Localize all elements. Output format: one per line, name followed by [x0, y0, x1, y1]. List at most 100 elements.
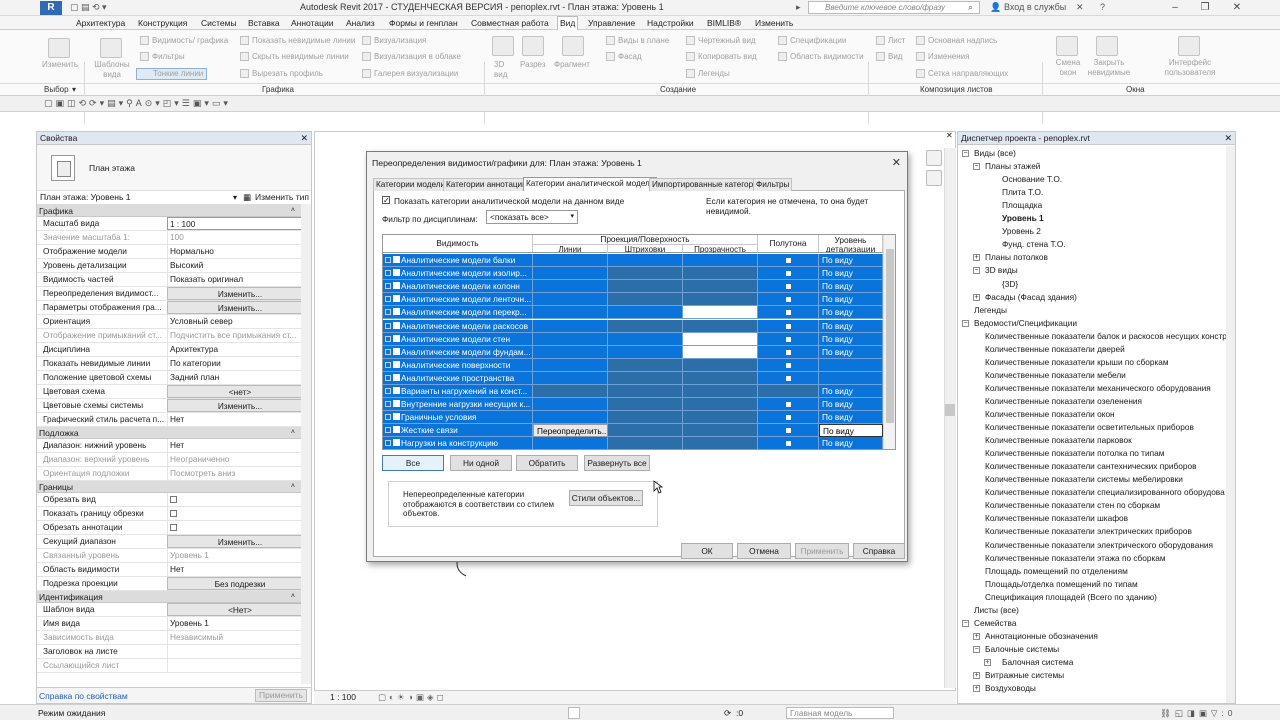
ribbon-tab-5[interactable]: Анализ — [344, 17, 377, 29]
dialog-tab-1[interactable]: Категории аннотаций — [443, 178, 530, 191]
dialog-tab-0[interactable]: Категории модели — [373, 178, 449, 191]
cut-profile-button[interactable]: Вырезать профиль — [252, 69, 323, 79]
detail-level-cell[interactable]: По виду — [819, 254, 883, 267]
category-row[interactable]: Аналитические модели ленточн... По виду — [383, 293, 883, 307]
browser-tree-item[interactable]: Количественные показатели крыши по сборк… — [985, 357, 1169, 367]
category-name-cell[interactable]: Аналитические модели изолир... — [383, 267, 533, 281]
visibility-graphics-button[interactable]: Видимость/ графика — [152, 36, 228, 46]
browser-tree-item[interactable]: Количественные показатели шкафов — [985, 513, 1128, 523]
expand-icon[interactable] — [385, 309, 391, 316]
browser-tree-item[interactable]: Количественные показатели механического … — [985, 383, 1211, 393]
transparency-cell[interactable] — [683, 319, 758, 333]
detail-level-cell[interactable]: По виду — [819, 345, 883, 359]
hatch-cell[interactable] — [608, 306, 683, 320]
guide-grid-button[interactable]: Сетка направляющих — [928, 69, 1008, 79]
properties-help-link[interactable]: Справка по свойствам — [39, 691, 128, 701]
select-none-button[interactable]: Ни одной — [450, 455, 512, 471]
category-visibility-checkbox[interactable] — [393, 308, 400, 316]
property-value[interactable]: Условный север — [167, 315, 311, 328]
close-hidden-icon[interactable] — [1096, 36, 1118, 56]
halftone-cell[interactable] — [758, 319, 819, 333]
category-name-cell[interactable]: Аналитические модели колонн — [383, 280, 533, 294]
property-value[interactable] — [167, 521, 311, 534]
select-all-button[interactable]: Все — [382, 455, 444, 471]
drafting-view-button[interactable]: Чертежный вид — [698, 36, 756, 46]
expand-icon[interactable] — [385, 440, 391, 447]
category-row[interactable]: Аналитические модели стен По виду — [383, 332, 883, 346]
browser-tree-item[interactable]: Семейства — [974, 618, 1016, 628]
dialog-tab-2[interactable]: Категории аналитической модели — [523, 177, 658, 192]
section-button[interactable]: Разрез — [520, 60, 546, 70]
browser-tree-item[interactable]: Количественные показатели дверей — [985, 344, 1125, 354]
category-name-cell[interactable]: Аналитические модели балки — [383, 254, 533, 267]
transparency-cell[interactable] — [683, 293, 758, 307]
col-detail-level[interactable]: Уровень детализации — [819, 235, 883, 253]
property-group-header[interactable]: Графика ˄ — [37, 205, 311, 217]
hatch-cell[interactable] — [608, 332, 683, 346]
signin-link[interactable]: Вход в службы — [1004, 2, 1066, 12]
expand-icon[interactable]: + — [973, 672, 980, 679]
halftone-cell[interactable] — [758, 345, 819, 359]
halftone-cell[interactable] — [758, 437, 819, 449]
expand-icon[interactable] — [385, 374, 391, 381]
view-control-icons[interactable]: ▢◐☀◑▣◈◻ — [378, 692, 447, 703]
close-window-button[interactable]: ✕ — [1222, 0, 1252, 16]
grid-scrollbar[interactable] — [883, 235, 895, 449]
lines-cell[interactable] — [533, 345, 608, 359]
callout-icon[interactable] — [562, 36, 584, 56]
detail-level-cell[interactable]: По виду — [819, 398, 883, 412]
browser-tree-item[interactable]: Количественные показатели осветительных … — [985, 422, 1194, 432]
exchange-icon[interactable]: ✕ — [1076, 2, 1084, 13]
transparency-cell[interactable] — [683, 424, 758, 438]
browser-tree-item[interactable]: Балочные системы — [985, 644, 1059, 654]
transparency-cell[interactable] — [683, 345, 758, 359]
collapse-icon[interactable]: ˄ — [291, 205, 295, 217]
ribbon-tab-7[interactable]: Совместная работа — [469, 17, 551, 29]
detail-level-cell[interactable]: По виду — [819, 293, 883, 307]
ribbon-tab-9[interactable]: Управление — [586, 17, 637, 29]
ribbon-tab-4[interactable]: Аннотации — [289, 17, 336, 29]
hatch-cell[interactable] — [608, 345, 683, 359]
zoom-icon[interactable] — [926, 170, 942, 186]
detail-level-cell[interactable]: По виду — [819, 280, 883, 294]
user-icon[interactable]: 👤 — [990, 2, 1001, 13]
detail-level-cell[interactable]: По виду — [819, 437, 883, 449]
override-button[interactable]: Переопределить... — [533, 424, 608, 438]
grid-scroll-thumb[interactable] — [886, 249, 894, 423]
lines-cell[interactable] — [533, 293, 608, 307]
render-button[interactable]: Визуализация — [374, 36, 426, 46]
hatch-cell[interactable] — [608, 398, 683, 412]
lines-cell[interactable] — [533, 371, 608, 385]
halftone-cell[interactable] — [758, 267, 819, 281]
invert-button[interactable]: Обратить — [516, 455, 578, 471]
category-row[interactable]: Аналитические модели фундам... По виду — [383, 345, 883, 359]
property-value[interactable] — [167, 493, 311, 506]
sync-icon[interactable]: ⟳ — [724, 708, 731, 719]
elevation-button[interactable]: Фасад — [618, 52, 642, 62]
collapse-icon[interactable]: − — [973, 267, 980, 275]
user-interface-button[interactable]: Интерфейс пользователя — [1160, 58, 1220, 78]
browser-tree-item[interactable]: 3D виды — [985, 265, 1018, 275]
search-icon[interactable]: ⌕ — [968, 2, 973, 13]
detail-level-cell[interactable] — [819, 358, 883, 372]
hatch-cell[interactable] — [608, 358, 683, 372]
collapse-icon[interactable]: ˄ — [291, 591, 295, 603]
property-edit-button[interactable]: <Нет> — [167, 603, 311, 616]
lines-cell[interactable] — [533, 411, 608, 425]
halftone-checkbox[interactable] — [785, 323, 791, 329]
browser-tree-item[interactable]: Плита Т.О. — [1002, 187, 1043, 197]
user-interface-icon[interactable] — [1178, 36, 1200, 56]
collapse-icon[interactable]: ˄ — [291, 427, 295, 439]
category-visibility-checkbox[interactable] — [393, 413, 400, 421]
lines-cell[interactable] — [533, 254, 608, 267]
category-row[interactable]: Аналитические пространства — [383, 371, 883, 385]
browser-tree-item[interactable]: Количественные показатели мебели — [985, 370, 1126, 380]
view-close-icon[interactable]: ✕ — [946, 132, 954, 140]
category-visibility-checkbox[interactable] — [393, 269, 400, 277]
browser-tree-item[interactable]: Планы потолков — [985, 252, 1048, 262]
render-cloud-button[interactable]: Визуализация в облаке — [374, 52, 461, 62]
col-transparency[interactable]: Прозрачность — [683, 244, 758, 253]
halftone-checkbox[interactable] — [785, 336, 791, 342]
browser-tree-item[interactable]: Уровень 2 — [1002, 226, 1041, 236]
project-browser-scrollbar[interactable] — [1226, 146, 1235, 703]
